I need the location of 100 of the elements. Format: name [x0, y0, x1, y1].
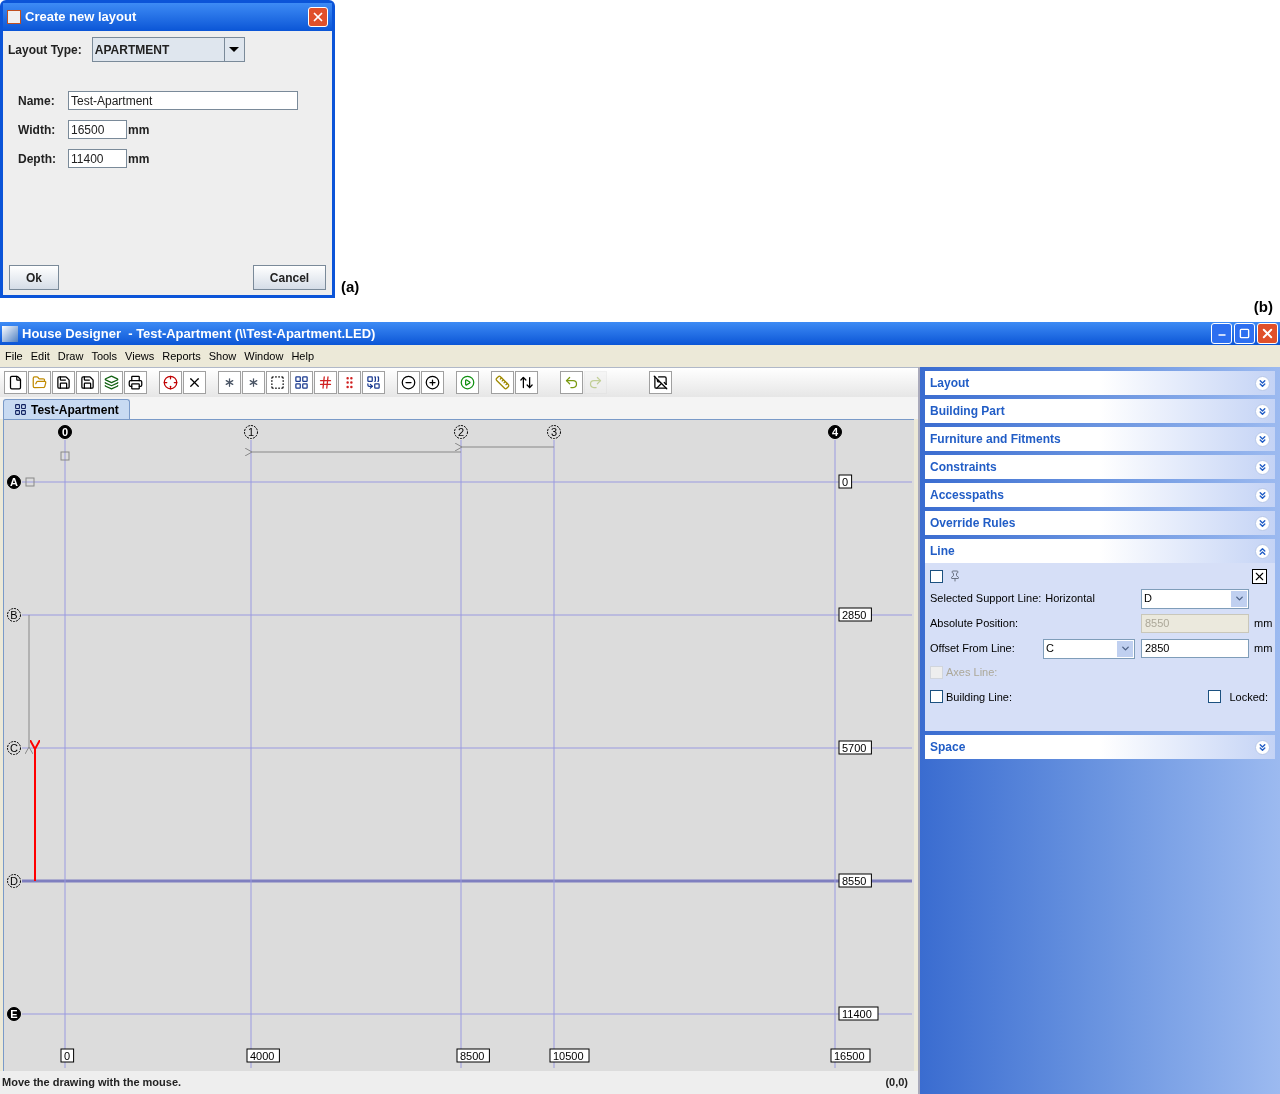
- close-box-icon[interactable]: [1252, 568, 1267, 584]
- menu-item[interactable]: Tools: [87, 347, 122, 365]
- collapse-icon[interactable]: [1255, 543, 1270, 559]
- layers-icon: [104, 375, 119, 390]
- menu-item[interactable]: File: [1, 347, 27, 365]
- expand-icon[interactable]: [1255, 431, 1270, 447]
- dialog-button[interactable]: Ok: [9, 265, 59, 290]
- close-icon: [1260, 326, 1275, 341]
- menu-item[interactable]: Window: [240, 347, 288, 365]
- support-line-dropdown[interactable]: D: [1141, 588, 1249, 609]
- toolbar-button[interactable]: [183, 371, 206, 394]
- section-header[interactable]: Layout: [925, 371, 1275, 395]
- save-icon: [80, 375, 95, 390]
- offset-line-dropdown[interactable]: C: [1043, 638, 1135, 659]
- offset-field[interactable]: 2850: [1141, 639, 1249, 658]
- dimension-label: 8550: [838, 873, 872, 888]
- axis-marker: 4: [828, 425, 842, 439]
- save-icon: [56, 375, 71, 390]
- toolbar-button[interactable]: [397, 371, 420, 394]
- grid-canvas[interactable]: 0 1 2 3 4 A B C D E 0 4000 8500 10500 16500 0 2850 5700 8550 11400: [3, 419, 914, 1071]
- menu-item[interactable]: Show: [204, 347, 241, 365]
- overlap-icon: [366, 375, 381, 390]
- section-header[interactable]: Furniture and Fitments: [925, 427, 1275, 451]
- minimize-button[interactable]: [1211, 323, 1232, 344]
- toolbar-button[interactable]: [52, 371, 75, 394]
- expand-icon[interactable]: [1255, 403, 1270, 419]
- window-title: House Designer - Test-Apartment (\\Test-Apartment.LED): [22, 324, 376, 343]
- unit-label: mm: [128, 121, 150, 139]
- close-button[interactable]: [1257, 323, 1278, 344]
- section-header[interactable]: Building Part: [925, 399, 1275, 423]
- pin-checkbox[interactable]: [930, 569, 943, 583]
- toolbar-button[interactable]: [159, 371, 182, 394]
- menu-item[interactable]: Reports: [158, 347, 205, 365]
- toolbar-button[interactable]: [362, 371, 385, 394]
- expand-icon[interactable]: [1255, 487, 1270, 503]
- checkbox[interactable]: [930, 690, 943, 704]
- app-icon: [2, 325, 18, 342]
- dimension-label: 8500: [456, 1048, 490, 1063]
- dropdown-arrow-icon: [229, 47, 240, 52]
- field-label: Depth:: [18, 150, 57, 168]
- toolbar-button[interactable]: [421, 371, 444, 394]
- text-field[interactable]: Test-Apartment: [68, 91, 298, 110]
- text-field[interactable]: 11400: [68, 149, 127, 168]
- layout-icon: [14, 403, 27, 416]
- dimension-label: 11400: [838, 1006, 879, 1021]
- checkbox-label: Axes Line:: [946, 665, 998, 680]
- document-tab[interactable]: Test-Apartment: [3, 399, 130, 419]
- figure-caption: (b): [1253, 297, 1273, 317]
- toolbar-button[interactable]: [266, 371, 289, 394]
- toolbar-button[interactable]: [218, 371, 241, 394]
- field-label: Selected Support Line:: [930, 591, 1042, 607]
- dialog-button[interactable]: Cancel: [253, 265, 326, 290]
- dimension-label: 4000: [246, 1048, 280, 1063]
- section-header[interactable]: Space: [925, 735, 1275, 759]
- section-header[interactable]: Accesspaths: [925, 483, 1275, 507]
- expand-icon[interactable]: [1255, 375, 1270, 391]
- toolbar-button[interactable]: [649, 371, 672, 394]
- field-label: Layout Type:: [8, 41, 82, 59]
- text-field[interactable]: 16500: [68, 120, 127, 139]
- dialog-title: Create new layout: [25, 8, 137, 27]
- menu-item[interactable]: Views: [121, 347, 159, 365]
- section-header[interactable]: Constraints: [925, 455, 1275, 479]
- toolbar-button[interactable]: [515, 371, 538, 394]
- handle-square[interactable]: [25, 477, 35, 487]
- checkbox[interactable]: [1208, 690, 1222, 704]
- toolbar-button[interactable]: [242, 371, 265, 394]
- axis-marker: 0: [58, 425, 72, 439]
- up-down-icon: [519, 375, 534, 390]
- menu-item[interactable]: Draw: [53, 347, 88, 365]
- toolbar-button[interactable]: [124, 371, 147, 394]
- expand-icon[interactable]: [1255, 459, 1270, 475]
- menu-item[interactable]: Help: [287, 347, 319, 365]
- toolbar-button[interactable]: [100, 371, 123, 394]
- unit-label: mm: [1254, 641, 1270, 657]
- section-header[interactable]: Override Rules: [925, 511, 1275, 535]
- dimension-label: 10500: [549, 1048, 590, 1063]
- file-icon: [8, 375, 23, 390]
- expand-icon[interactable]: [1255, 515, 1270, 531]
- toolbar-button[interactable]: [4, 371, 27, 394]
- menu-item[interactable]: Edit: [26, 347, 54, 365]
- layout-type-dropdown[interactable]: APARTMENT: [91, 37, 245, 62]
- blocks-icon: [294, 375, 309, 390]
- restore-button[interactable]: [1234, 323, 1255, 344]
- checkbox-label: Building Line:: [946, 689, 1013, 705]
- axis-marker: E: [7, 1007, 21, 1021]
- dimension-label: 0: [60, 1048, 75, 1063]
- axis-marker: D: [7, 874, 21, 888]
- expand-icon[interactable]: [1255, 739, 1270, 755]
- section-header[interactable]: Line: [925, 539, 1275, 563]
- status-message: Move the drawing with the mouse.: [2, 1075, 182, 1091]
- toolbar-button[interactable]: [76, 371, 99, 394]
- cursor-coordinates: (0,0): [885, 1075, 908, 1091]
- dimension-label: 2850: [838, 607, 872, 622]
- handle-square[interactable]: [60, 451, 70, 461]
- close-button[interactable]: [308, 7, 328, 27]
- hatch-icon: [318, 375, 333, 390]
- support-line[interactable]: [22, 879, 912, 883]
- toolbar-button[interactable]: [290, 371, 313, 394]
- folder-icon: [32, 375, 47, 390]
- close-icon: [311, 10, 325, 24]
